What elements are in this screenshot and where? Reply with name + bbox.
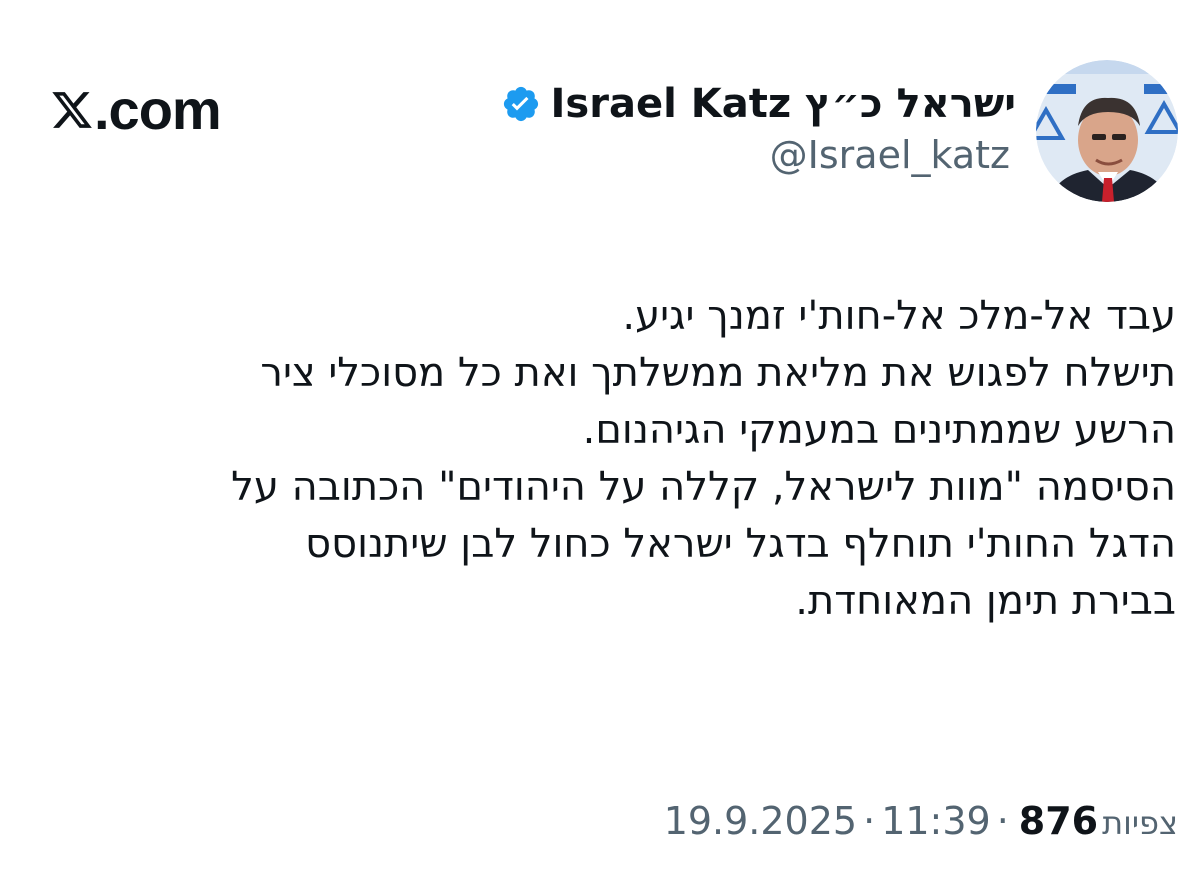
tweet-line: הדגל החות'י תוחלף בדגל ישראל כחול לבן שי… — [305, 521, 1176, 567]
tweet-time[interactable]: 11:39 — [881, 802, 991, 840]
author-display-name[interactable]: ישראל כ״ץ Israel Katz — [551, 84, 1016, 124]
x-logo-icon — [52, 92, 92, 128]
tweet-date[interactable]: 19.9.2025 — [664, 802, 857, 840]
profile-photo — [1036, 60, 1178, 202]
author-name-row[interactable]: ישראל כ״ץ Israel Katz — [501, 76, 1016, 132]
verified-badge-icon — [503, 86, 538, 122]
meta-separator: · — [863, 799, 876, 843]
tweet-line: תישלח לפגוש את מליאת ממשלתך ואת כל מסוכל… — [260, 350, 1176, 396]
author-handle[interactable]: @Israel_katz — [770, 136, 1010, 174]
tweet-line: הרשע שממתינים במעמקי הגיהנום. — [582, 407, 1176, 453]
views-label: צפיות — [1102, 804, 1178, 842]
tweet-line: עבד אל-מלכ אל-חות'י זמנך יגיע. — [622, 293, 1176, 339]
x-brand: .com — [50, 78, 222, 142]
brand-domain: .com — [94, 78, 222, 141]
tweet-text: עבד אל-מלכ אל-חות'י זמנך יגיע. תישלח לפג… — [26, 288, 1176, 630]
avatar[interactable] — [1036, 60, 1178, 202]
meta-separator: · — [996, 799, 1009, 843]
tweet-line: בבירת תימן המאוחדת. — [795, 578, 1176, 624]
tweet-line: הסיסמה "מוות לישראל, קללה על היהודים" הכ… — [231, 464, 1176, 510]
tweet-meta: 19.9.2025 · 11:39 · 876 צפיות — [664, 802, 1178, 840]
views-count: 876 — [1018, 799, 1099, 843]
